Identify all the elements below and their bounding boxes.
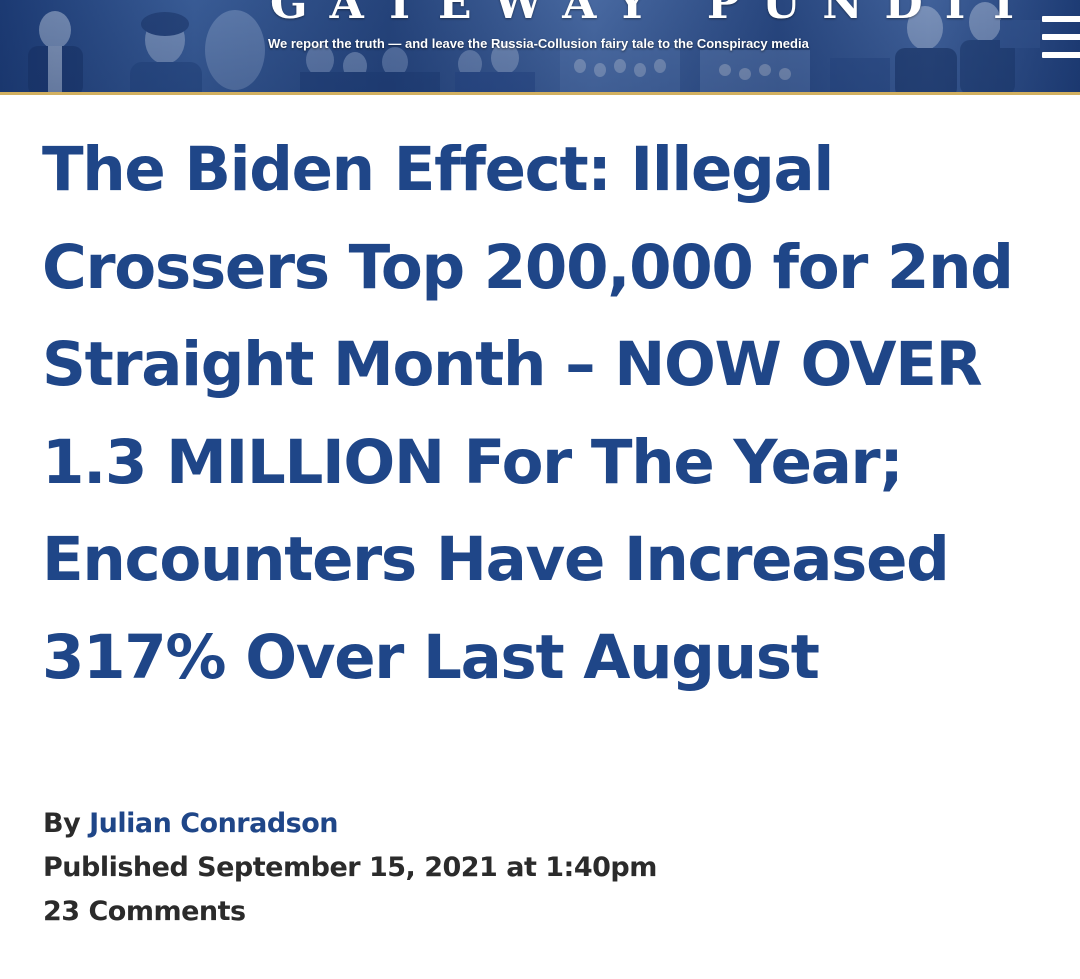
comments-link-text[interactable]: 23 Comments [43,896,246,927]
hamburger-menu-icon[interactable] [1038,12,1080,62]
article-headline: The Biden Effect: Illegal Crossers Top 2… [42,134,1014,693]
site-name-logo[interactable]: GATEWAY PUNDIT [270,0,1020,29]
site-header-banner: GATEWAY PUNDIT We report the truth — and… [0,0,1080,92]
menu-bar-middle [1042,34,1080,40]
header-gold-rule [0,92,1080,95]
site-tagline: We report the truth — and leave the Russ… [268,36,809,51]
comments-count-link[interactable]: 23 Comments [43,896,246,927]
author-link[interactable]: Julian Conradson [89,808,338,839]
publish-date: Published September 15, 2021 at 1:40pm [43,852,657,883]
menu-bar-bottom [1042,52,1080,58]
menu-bar-top [1042,16,1080,22]
article-byline: By Julian Conradson [43,808,339,839]
byline-prefix: By [43,808,90,839]
